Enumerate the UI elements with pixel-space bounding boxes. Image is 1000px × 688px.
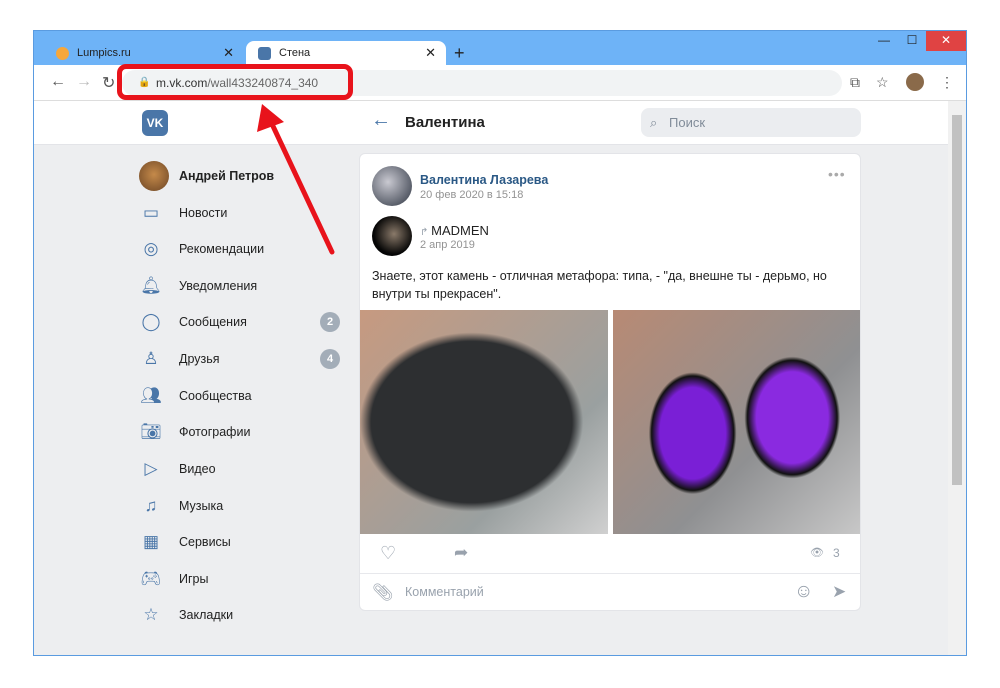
annotation-arrow (257, 104, 335, 255)
